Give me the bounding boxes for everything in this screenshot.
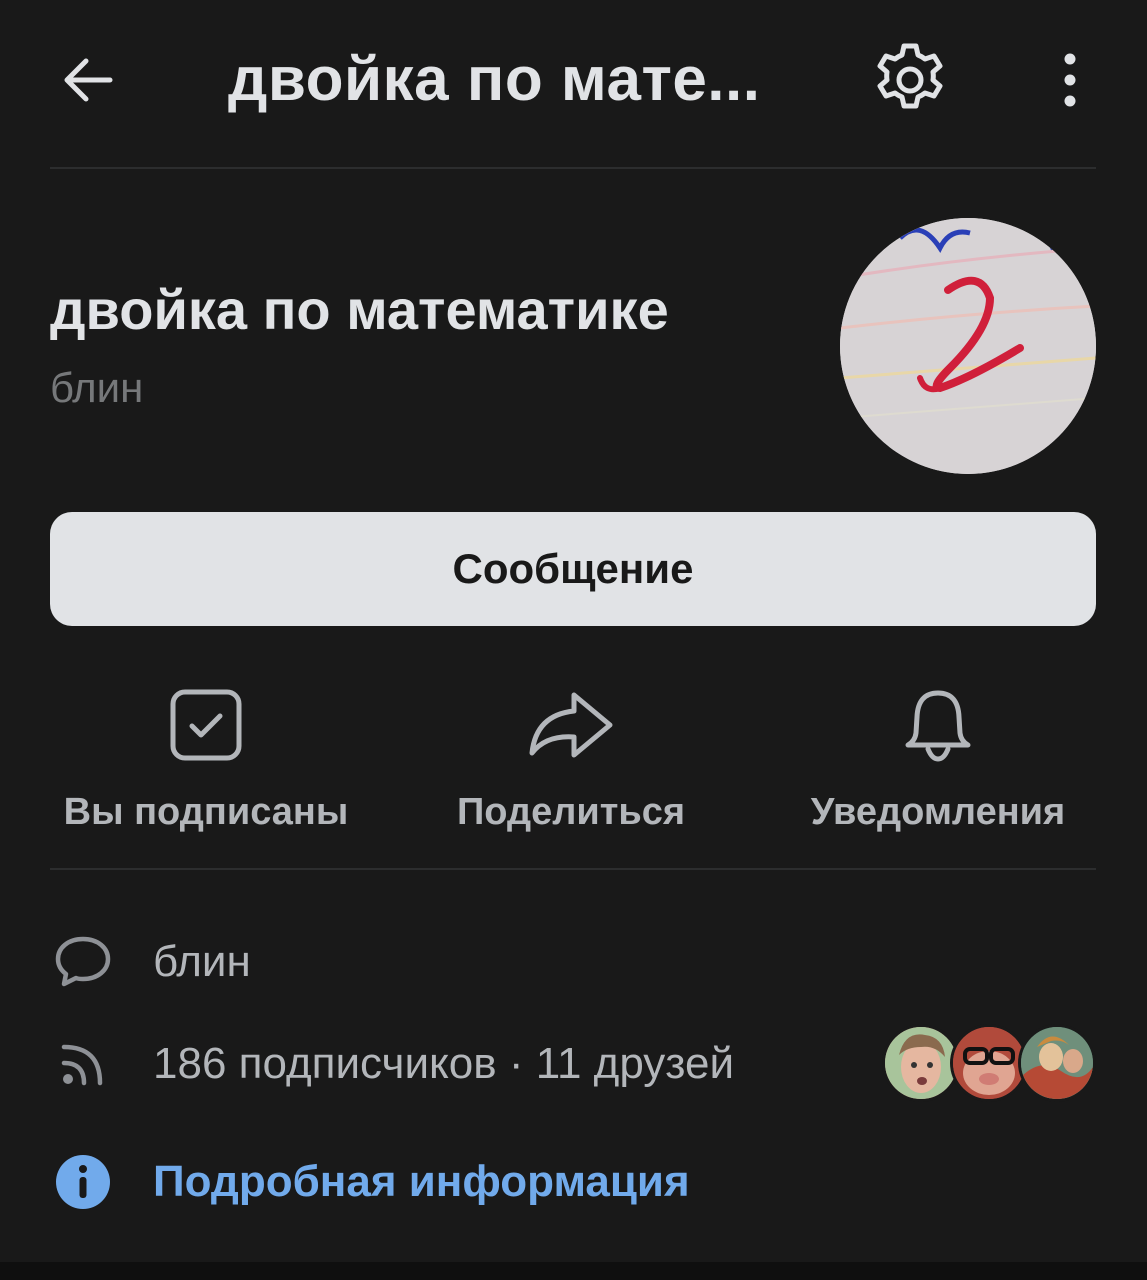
more-button[interactable] bbox=[1040, 44, 1100, 116]
bell-icon bbox=[905, 690, 971, 762]
more-vertical-icon bbox=[1064, 53, 1076, 107]
friend-avatar bbox=[950, 1024, 1028, 1102]
checkbox-checked-icon bbox=[170, 689, 242, 761]
avatar[interactable] bbox=[840, 218, 1096, 474]
header-divider bbox=[50, 167, 1096, 169]
top-bar: двойка по мате... bbox=[0, 0, 1147, 168]
arrow-left-icon bbox=[64, 58, 113, 102]
actions-divider bbox=[50, 868, 1096, 870]
friend-avatar bbox=[1018, 1024, 1096, 1102]
avatar-photo bbox=[840, 218, 1096, 474]
subscribed-button[interactable]: Вы подписаны bbox=[36, 680, 376, 840]
share-arrow-icon bbox=[529, 692, 613, 758]
subscribed-label: Вы подписаны bbox=[63, 791, 349, 833]
back-button[interactable] bbox=[52, 44, 124, 116]
profile-status: блин bbox=[50, 364, 144, 411]
share-button[interactable]: Поделиться bbox=[401, 680, 741, 840]
profile-name: двойка по математике bbox=[50, 278, 669, 341]
notifications-button[interactable]: Уведомления bbox=[768, 680, 1108, 840]
bottom-edge bbox=[0, 1262, 1147, 1280]
share-label: Поделиться bbox=[456, 791, 686, 833]
info-icon bbox=[56, 1155, 110, 1209]
header-title: двойка по мате... bbox=[228, 45, 761, 114]
message-button[interactable]: Сообщение bbox=[50, 512, 1096, 626]
gear-icon bbox=[877, 43, 943, 109]
followers-text: 186 подписчиков · 11 друзей bbox=[153, 1039, 735, 1088]
notifications-label: Уведомления bbox=[810, 791, 1066, 833]
speech-bubble-icon bbox=[55, 936, 111, 987]
details-link[interactable]: Подробная информация bbox=[153, 1142, 690, 1222]
followers-row[interactable]: 186 подписчиков · 11 друзей bbox=[50, 1024, 1096, 1104]
rss-icon bbox=[61, 1044, 103, 1086]
friend-avatar bbox=[882, 1024, 960, 1102]
community-profile-screen: двойка по мате... двойка по математике б… bbox=[0, 0, 1147, 1280]
status-text: блин bbox=[153, 937, 251, 986]
settings-button[interactable] bbox=[868, 38, 952, 122]
status-row: блин bbox=[50, 922, 1096, 1002]
details-row[interactable]: Подробная информация bbox=[50, 1142, 1096, 1222]
friends-avatars[interactable] bbox=[882, 1024, 1096, 1104]
